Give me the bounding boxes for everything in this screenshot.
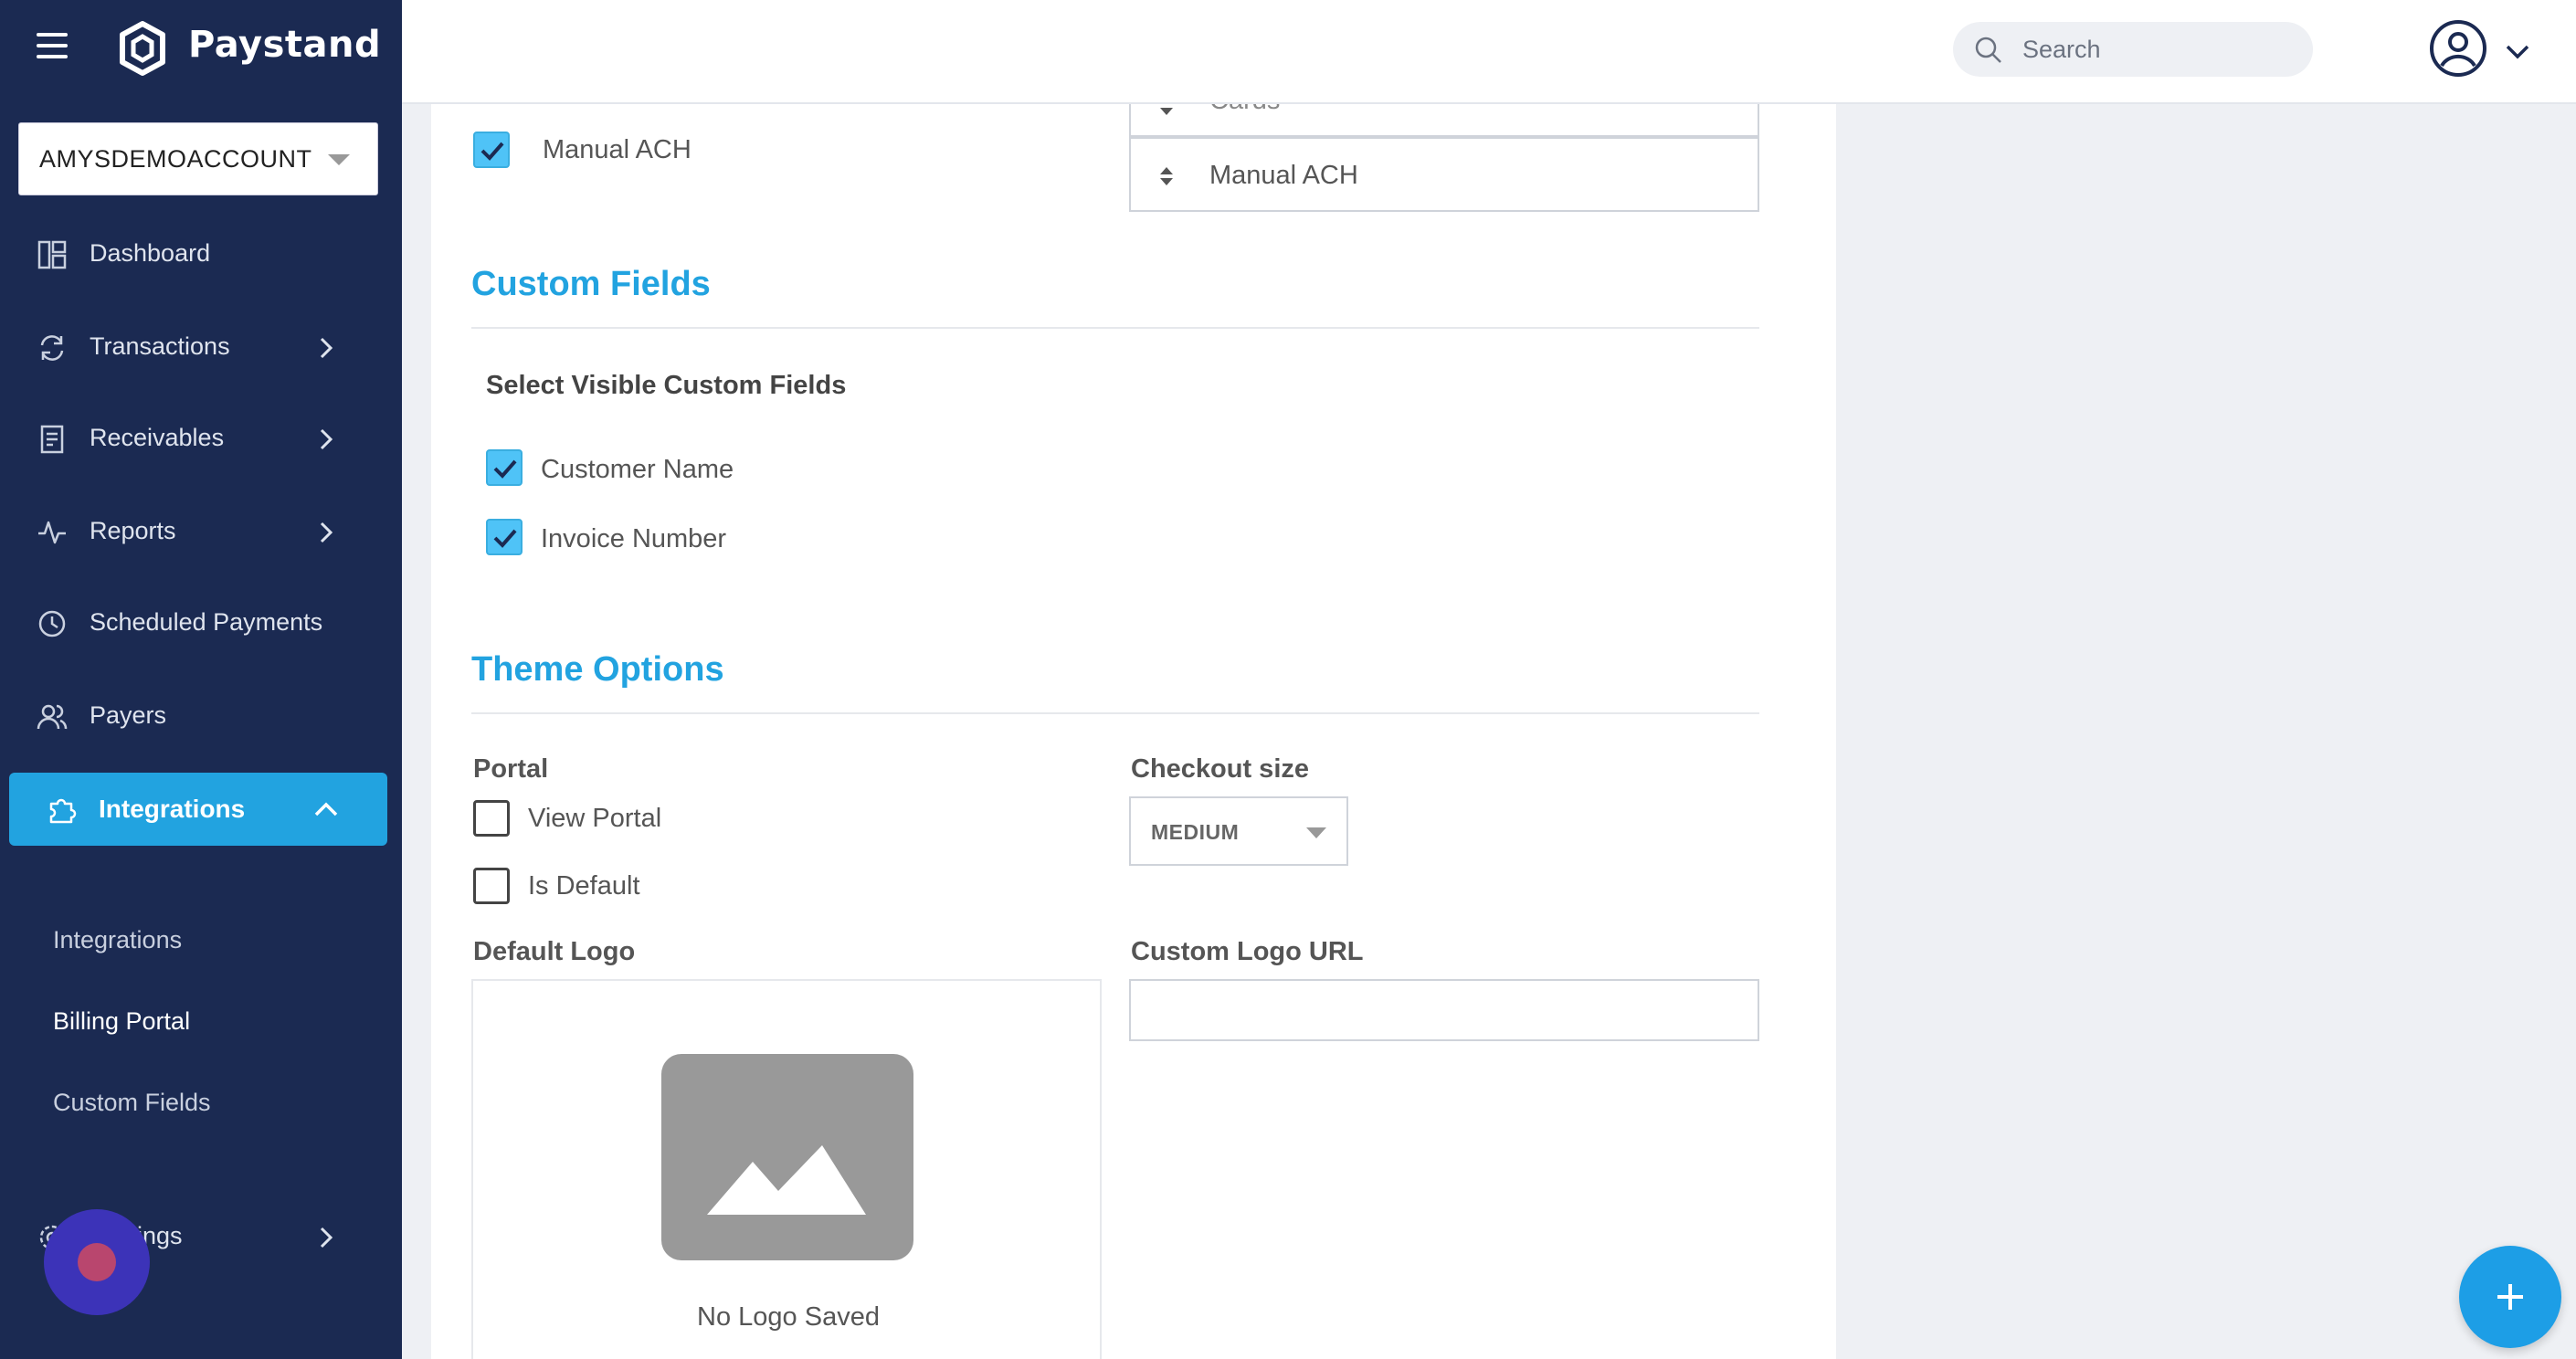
brand-name: Paystand [188,24,382,66]
portal-label: Portal [473,754,549,784]
sidebar-item-label: Scheduled Payments [90,608,323,636]
puzzle-icon [49,798,77,824]
search-input[interactable] [2022,31,2296,68]
is-default-label: Is Default [528,871,640,901]
brand-bar: Paystand [0,0,402,95]
sidebar-item-label: Reports [90,517,176,544]
account-name: AMYSDEMOACCOUNT [39,145,312,173]
sidebar-subitem-custom-fields[interactable]: Custom Fields [53,1089,211,1117]
user-avatar-icon[interactable] [2428,18,2488,79]
manual-ach-checkbox[interactable] [473,132,510,168]
no-logo-text: No Logo Saved [697,1302,880,1332]
sort-arrows-icon [1160,167,1173,185]
plus-icon [2497,1284,2523,1310]
sidebar-item-transactions[interactable]: Transactions [0,311,402,384]
add-button[interactable] [2459,1246,2561,1348]
sidebar-item-payers[interactable]: Payers [0,680,402,753]
view-portal-checkbox[interactable] [473,800,510,837]
dashboard-icon [37,240,67,269]
custom-fields-subhead: Select Visible Custom Fields [486,371,847,400]
sidebar-item-integrations[interactable]: Integrations [9,773,387,846]
default-logo-box: No Logo Saved [471,979,1102,1359]
default-logo-label: Default Logo [473,937,636,966]
record-dot-icon [78,1243,116,1281]
sidebar-item-dashboard[interactable]: Dashboard [0,217,402,290]
invoice-number-label: Invoice Number [541,524,727,553]
is-default-checkbox[interactable] [473,868,510,904]
custom-logo-url-input[interactable] [1129,979,1759,1041]
sort-arrows-icon [1160,108,1173,115]
checkout-size-value: MEDIUM [1151,820,1240,844]
sort-item-label: Manual ACH [1209,161,1358,190]
sidebar-subitem-billing-portal[interactable]: Billing Portal [53,1007,190,1036]
chevron-right-icon [320,337,333,359]
checkmark-icon [493,459,517,479]
sidebar: Paystand AMYSDEMOACCOUNT Dashboard Trans… [0,0,402,1359]
caret-down-icon [1306,827,1326,838]
image-placeholder-icon [661,1054,913,1260]
view-portal-label: View Portal [528,804,662,833]
custom-fields-title: Custom Fields [471,265,711,303]
sort-item-cards[interactable]: Cards [1129,104,1759,137]
custom-logo-url-label: Custom Logo URL [1131,937,1364,966]
caret-down-icon [328,154,350,165]
top-bar [402,0,2576,104]
checkout-size-label: Checkout size [1131,754,1309,784]
activity-icon [38,521,66,544]
sidebar-item-label: Payers [90,701,167,729]
sidebar-item-scheduled-payments[interactable]: Scheduled Payments [0,586,402,659]
chevron-right-icon [320,1227,333,1248]
hamburger-menu-icon[interactable] [37,33,68,58]
checkmark-icon [480,142,504,161]
record-button[interactable] [44,1209,150,1315]
sort-item-label: Cards [1209,104,1280,116]
theme-options-title: Theme Options [471,650,724,689]
checkmark-icon [493,529,517,548]
search-bar[interactable] [1953,22,2313,77]
users-icon [37,704,68,730]
sidebar-item-receivables[interactable]: Receivables [0,402,402,475]
chevron-right-icon [320,428,333,450]
customer-name-checkbox[interactable] [486,449,523,486]
search-icon [1975,37,2001,63]
manual-ach-label: Manual ACH [543,135,692,164]
checkout-size-select[interactable]: MEDIUM [1129,796,1348,866]
sidebar-item-label: Dashboard [90,239,211,267]
sort-item-manual-ach[interactable]: Manual ACH [1129,137,1759,212]
clock-icon [38,610,66,637]
invoice-number-checkbox[interactable] [486,519,523,555]
refresh-icon [40,335,64,361]
sidebar-item-reports[interactable]: Reports [0,495,402,568]
chevron-down-icon[interactable] [2503,37,2532,66]
divider [471,327,1759,329]
sidebar-subitem-integrations[interactable]: Integrations [53,926,182,954]
sidebar-item-label: Transactions [90,332,230,360]
divider [471,712,1759,714]
chevron-right-icon [320,521,333,543]
account-selector[interactable]: AMYSDEMOACCOUNT [18,122,378,195]
sidebar-item-label: Receivables [90,424,225,451]
receipt-icon [40,425,64,454]
sidebar-item-label: Integrations [99,795,246,823]
paystand-logo-icon [120,21,165,76]
chevron-up-icon [314,802,338,816]
customer-name-label: Customer Name [541,455,734,484]
